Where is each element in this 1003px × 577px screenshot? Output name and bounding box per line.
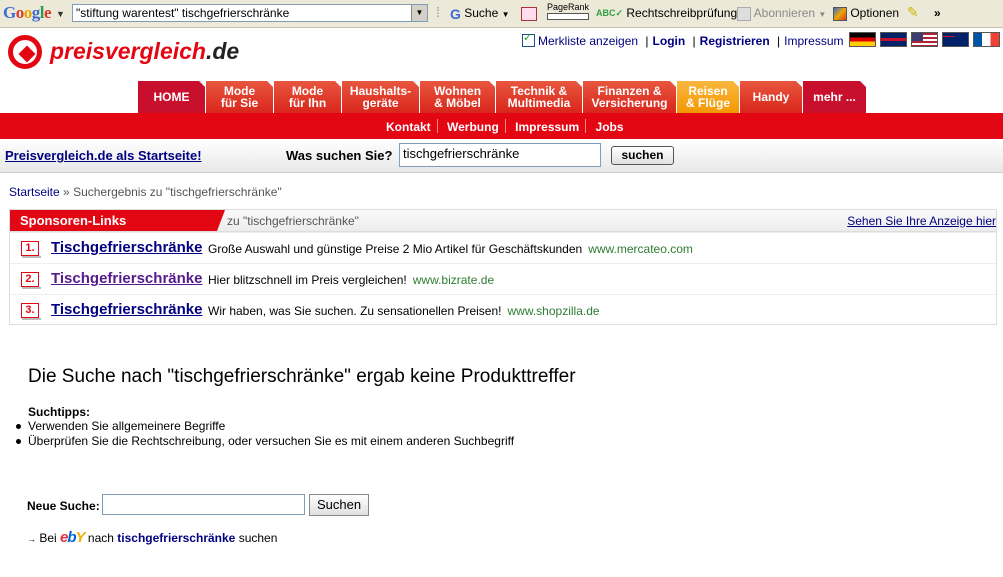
toolbar-search-input[interactable]: "stiftung warentest" tischgefrierschränk… <box>72 4 428 22</box>
tab-finance[interactable]: Finanzen & Versicherung <box>583 81 677 113</box>
search-input[interactable]: tischgefrierschränke <box>399 143 601 167</box>
toolbar-grip-icon: ⁞ <box>436 4 440 20</box>
ebay-search-link[interactable]: tischgefrierschränke <box>117 531 235 545</box>
new-search-input[interactable] <box>102 494 305 515</box>
breadcrumb-home-link[interactable]: Startseite <box>9 185 60 199</box>
list-item: Überprüfen Sie die Rechtschreibung, oder… <box>15 434 515 448</box>
ad-title-link[interactable]: Tischgefrierschränke <box>51 301 202 318</box>
checkbox-icon[interactable] <box>522 31 535 47</box>
german-flag-icon[interactable] <box>849 32 876 47</box>
set-startpage-link[interactable]: Preisvergleich.de als Startseite! <box>5 148 202 163</box>
ad-row: 2. Tischgefrierschränke Hier blitzschnel… <box>10 263 996 294</box>
pencil-icon[interactable]: ✎ <box>907 4 919 21</box>
ad-row: 3. Tischgefrierschränke Wir haben, was S… <box>10 294 996 325</box>
sponsored-links-box: Sponsoren-Links zu "tischgefrierschränke… <box>9 209 997 325</box>
ad-description: Große Auswahl und günstige Preise 2 Mio … <box>208 242 583 256</box>
register-link[interactable]: Registrieren <box>700 34 770 48</box>
google-menu-dropdown-icon[interactable]: ▼ <box>56 9 65 19</box>
tab-technology[interactable]: Technik & Multimedia <box>496 81 583 113</box>
search-tips-heading: Suchtipps: <box>28 405 90 419</box>
search-button[interactable]: suchen <box>611 146 674 165</box>
tab-home-furniture[interactable]: Wohnen & Möbel <box>420 81 496 113</box>
logo-arrow-icon <box>8 35 42 69</box>
pagerank-indicator[interactable]: PageRank <box>547 2 589 22</box>
sponsored-query: zu "tischgefrierschränke" <box>227 214 359 228</box>
options-icon <box>833 6 847 21</box>
google-toolbar: Google ▼ "stiftung warentest" tischgefri… <box>0 0 1003 28</box>
arrow-icon: → <box>27 534 36 544</box>
google-g-icon: G <box>450 6 461 22</box>
search-tips-list: Verwenden Sie allgemeinere Begriffe Über… <box>15 419 515 449</box>
toolbar-search-button[interactable]: G Suche ▼ <box>450 6 510 22</box>
ad-description: Hier blitzschnell im Preis vergleichen! <box>208 273 407 287</box>
subscribe-button[interactable]: Abonnieren ▼ <box>737 6 826 21</box>
ad-url[interactable]: www.mercateo.com <box>588 242 693 256</box>
uk-flag-icon[interactable] <box>880 32 907 47</box>
rss-icon <box>737 6 751 21</box>
spellcheck-icon: ABC✓ <box>596 8 624 19</box>
sponsored-heading: Sponsoren-Links <box>10 210 225 231</box>
chevron-down-icon[interactable]: ▼ <box>411 5 427 21</box>
options-button[interactable]: Optionen <box>833 6 899 21</box>
watchlist-link[interactable]: Merkliste anzeigen <box>538 34 638 48</box>
advertise-here-link[interactable]: Sehen Sie Ihre Anzeige hier <box>847 214 996 228</box>
list-item: Verwenden Sie allgemeinere Begriffe <box>15 419 514 434</box>
spellcheck-button[interactable]: ABC✓ Rechtschreibprüfung ▼ <box>596 6 748 20</box>
no-results-heading: Die Suche nach "tischgefrierschränke" er… <box>28 366 576 387</box>
account-links: Merkliste anzeigen |Login |Registrieren … <box>522 31 844 48</box>
ad-row: 1. Tischgefrierschränke Große Auswahl un… <box>10 232 996 263</box>
us-flag-icon[interactable] <box>911 32 938 47</box>
search-label: Was suchen Sie? <box>286 148 393 163</box>
breadcrumb-separator: » <box>63 185 70 199</box>
subnav-contact[interactable]: Kontakt <box>386 120 431 134</box>
ad-number-badge: 2. <box>21 272 41 289</box>
breadcrumb-current: Suchergebnis zu "tischgefrierschränke" <box>73 185 282 199</box>
subnav-jobs[interactable]: Jobs <box>596 120 624 134</box>
tab-mobile[interactable]: Handy <box>740 81 803 113</box>
new-search-button[interactable]: Suchen <box>309 494 369 516</box>
tab-fashion-women[interactable]: Mode für Sie <box>206 81 274 113</box>
subnav-imprint[interactable]: Impressum <box>515 120 579 134</box>
login-link[interactable]: Login <box>653 34 686 48</box>
tab-appliances[interactable]: Haushalts-geräte <box>342 81 420 113</box>
france-flag-icon[interactable] <box>973 32 1000 47</box>
breadcrumb: Startseite » Suchergebnis zu "tischgefri… <box>9 185 282 199</box>
subnav-advertising[interactable]: Werbung <box>447 120 499 134</box>
ad-number-badge: 3. <box>21 303 41 320</box>
ebay-search-line: → Bei ebY nach tischgefrierschränke such… <box>27 529 278 546</box>
ad-number-badge: 1. <box>21 241 41 258</box>
pagerank-bar <box>547 13 589 20</box>
highlighter-icon <box>521 6 537 21</box>
tab-home[interactable]: HOME <box>138 81 206 113</box>
google-logo[interactable]: Google <box>3 3 52 23</box>
australia-flag-icon[interactable] <box>942 32 969 47</box>
toolbar-highlight-button[interactable] <box>521 6 537 21</box>
ad-title-link[interactable]: Tischgefrierschränke <box>51 239 202 256</box>
sub-navigation: Kontakt Werbung Impressum Jobs <box>0 113 1003 139</box>
tab-more[interactable]: mehr ... <box>803 81 867 113</box>
tab-travel[interactable]: Reisen & Flüge <box>677 81 740 113</box>
imprint-link[interactable]: Impressum <box>784 34 843 48</box>
new-search-label: Neue Suche: <box>27 499 100 513</box>
ebay-logo[interactable]: ebY <box>60 529 86 546</box>
tab-fashion-men[interactable]: Mode für Ihn <box>274 81 342 113</box>
ad-title-link[interactable]: Tischgefrierschränke <box>51 270 202 287</box>
ad-url[interactable]: www.shopzilla.de <box>508 304 600 318</box>
toolbar-more-button[interactable]: » <box>934 6 941 20</box>
ad-url[interactable]: www.bizrate.de <box>413 273 494 287</box>
ad-description: Wir haben, was Sie suchen. Zu sensatione… <box>208 304 502 318</box>
